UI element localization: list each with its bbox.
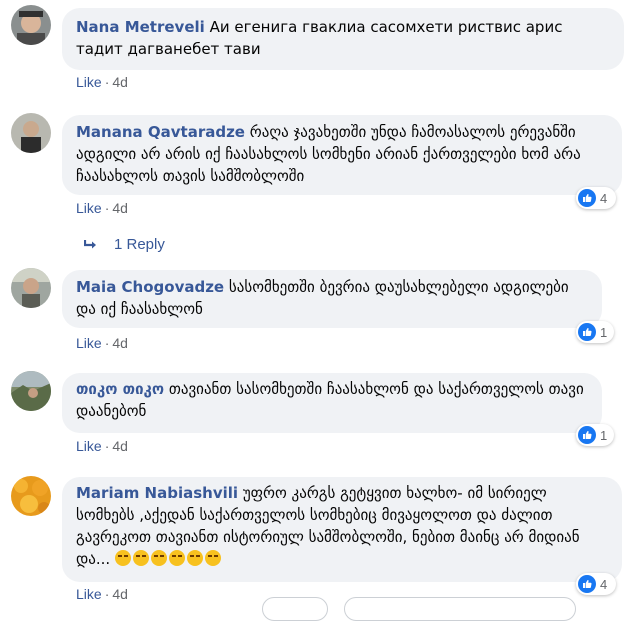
comment-timestamp[interactable]: 4d <box>112 335 128 351</box>
reaction-count: 1 <box>600 427 608 443</box>
rolling-on-floor-laughing-emoji <box>114 550 131 566</box>
like-button[interactable]: Like <box>76 335 102 351</box>
comment-author[interactable]: თიკო თიკო <box>76 380 164 398</box>
comment-author[interactable]: Maia Chogovadze <box>76 278 224 296</box>
thumbs-up-icon <box>578 575 596 593</box>
thumbs-up-icon <box>578 426 596 444</box>
avatar-maia-chogovadze[interactable] <box>11 268 51 308</box>
reaction-count: 4 <box>600 576 608 592</box>
comment-actions: Like · 4d <box>76 586 128 602</box>
like-button[interactable]: Like <box>76 586 102 602</box>
reaction-count-badge[interactable]: 4 <box>576 187 616 209</box>
rolling-on-floor-laughing-emoji <box>186 550 203 566</box>
reaction-count-badge[interactable]: 1 <box>576 424 614 446</box>
avatar-nana-metreveli[interactable] <box>11 5 51 45</box>
comment-bubble: Maia Chogovadze სასომხეთში ბევრია დაუსახ… <box>62 270 602 328</box>
comment-author[interactable]: Mariam Nabiashvili <box>76 484 238 502</box>
comment-actions: Like · 4d <box>76 335 128 351</box>
comment-timestamp[interactable]: 4d <box>112 200 128 216</box>
reaction-count: 4 <box>600 190 608 206</box>
rolling-on-floor-laughing-emoji <box>150 550 167 566</box>
bottom-toolbar-button[interactable] <box>262 597 328 621</box>
reaction-count-badge[interactable]: 4 <box>576 573 616 595</box>
thumbs-up-icon <box>578 189 596 207</box>
comment-timestamp[interactable]: 4d <box>112 438 128 454</box>
reaction-count: 1 <box>600 324 608 340</box>
rolling-on-floor-laughing-emoji <box>168 550 185 566</box>
reply-arrow-icon <box>84 239 96 248</box>
comment-bubble: Nana Metreveli Аи егенига гваклиа сасомх… <box>62 8 624 70</box>
avatar-tiko-tiko[interactable] <box>11 371 51 411</box>
rolling-on-floor-laughing-emoji <box>132 550 149 566</box>
avatar-manana-qavtaradze[interactable] <box>11 113 51 153</box>
comment-actions: Like · 4d <box>76 438 128 454</box>
rolling-on-floor-laughing-emoji <box>204 550 221 566</box>
comment-author[interactable]: Manana Qavtaradze <box>76 123 245 141</box>
bottom-toolbar-button[interactable] <box>344 597 576 621</box>
like-button[interactable]: Like <box>76 438 102 454</box>
comment-timestamp[interactable]: 4d <box>112 586 128 602</box>
comment-bubble: Mariam Nabiashvili უფრო კარგს გეტყვით ხა… <box>62 477 622 582</box>
comment-actions: Like · 4d <box>76 200 128 216</box>
emoji-group <box>114 550 223 568</box>
comment-timestamp[interactable]: 4d <box>112 74 128 90</box>
comment-actions: Like · 4d <box>76 74 128 90</box>
like-button[interactable]: Like <box>76 200 102 216</box>
thumbs-up-icon <box>578 323 596 341</box>
reply-count: 1 Reply <box>114 236 165 253</box>
comment-bubble: Manana Qavtaradze რაღა ჯავახეთში უნდა ჩა… <box>62 115 622 195</box>
view-replies-link[interactable]: 1 Reply <box>84 236 165 253</box>
comment-bubble: თიკო თიკო თავიანთ სასომხეთში ჩაასახლონ დ… <box>62 373 602 433</box>
comment-author[interactable]: Nana Metreveli <box>76 18 205 36</box>
like-button[interactable]: Like <box>76 74 102 90</box>
reaction-count-badge[interactable]: 1 <box>576 321 614 343</box>
avatar-mariam-nabiashvili[interactable] <box>11 476 51 516</box>
